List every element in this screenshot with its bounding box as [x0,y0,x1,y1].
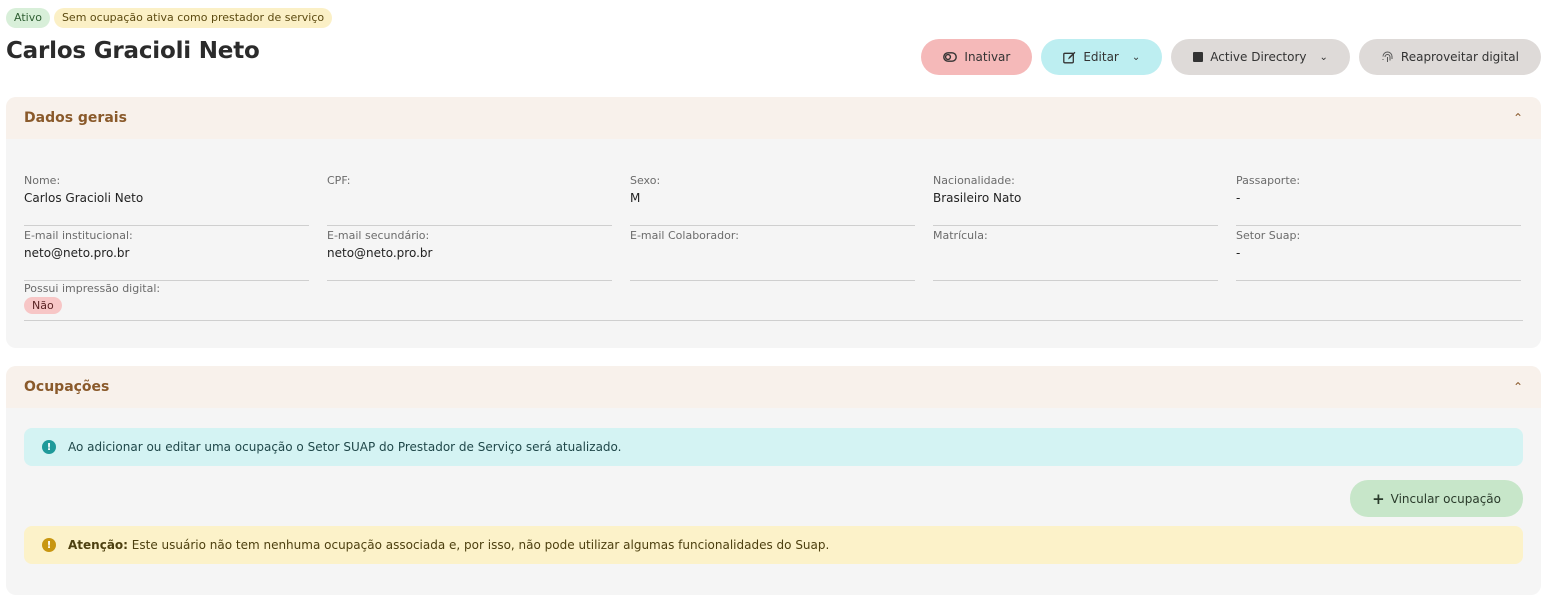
field-label: Sexo: [630,174,661,187]
fingerprint-status-badge: Não [24,297,62,314]
active-directory-label: Active Directory [1210,50,1307,64]
general-data-panel: Dados gerais ⌃ Nome: Carlos Gracioli Neto… [6,97,1541,348]
field-registration: Matrícula: [933,226,1218,281]
field-value: - [1236,191,1241,205]
field-cpf: CPF: [327,171,612,226]
edit-icon [1063,51,1076,64]
field-passport: Passaporte: - [1236,171,1521,226]
field-sex: Sexo: M [630,171,915,226]
info-alert-text: Ao adicionar ou editar uma ocupação o Se… [68,440,622,454]
field-name: Nome: Carlos Gracioli Neto [24,171,309,226]
field-label: CPF: [327,174,351,187]
field-secondary-email: E-mail secundário: neto@neto.pro.br [327,226,612,281]
active-directory-button[interactable]: Active Directory ⌄ [1171,39,1350,75]
warning-alert-text: Atenção: Este usuário não tem nenhuma oc… [68,538,829,552]
field-value: neto@neto.pro.br [24,246,130,260]
deactivate-label: Inativar [964,50,1011,64]
field-value: Carlos Gracioli Neto [24,191,144,205]
page-title: Carlos Gracioli Neto [6,38,260,64]
field-label: E-mail Colaborador: [630,229,739,242]
warning-circle-icon: ! [42,538,56,552]
chevron-up-icon[interactable]: ⌃ [1513,111,1523,125]
field-label: E-mail institucional: [24,229,133,242]
general-data-header[interactable]: Dados gerais ⌃ [6,97,1541,139]
warning-alert: ! Atenção: Este usuário não tem nenhuma … [24,526,1523,564]
field-fingerprint: Possui impressão digital: Não [24,281,1523,321]
field-value: M [630,191,641,205]
deactivate-button[interactable]: Inativar [921,39,1033,75]
status-badges: Ativo Sem ocupação ativa como prestador … [6,8,333,28]
field-label: Nacionalidade: [933,174,1015,187]
general-data-title: Dados gerais [24,110,127,126]
field-label: Nome: [24,174,61,187]
link-occupation-label: Vincular ocupação [1390,491,1501,506]
reuse-fingerprint-button[interactable]: Reaproveitar digital [1358,39,1541,75]
field-collaborator-email: E-mail Colaborador: [630,226,915,281]
field-label: E-mail secundário: [327,229,430,242]
toggle-icon [943,52,958,62]
occupations-header[interactable]: Ocupações ⌃ [6,366,1541,408]
info-circle-icon: ! [42,440,56,454]
field-value: neto@neto.pro.br [327,246,433,260]
warning-alert-strong: Atenção: [68,538,128,552]
square-icon [1193,52,1204,62]
field-value: Brasileiro Nato [933,191,1022,205]
occupation-status-badge: Sem ocupação ativa como prestador de ser… [53,8,333,28]
edit-button[interactable]: Editar ⌄ [1041,39,1163,75]
field-label: Passaporte: [1236,174,1301,187]
active-status-badge: Ativo [6,8,50,28]
fingerprint-icon [1381,51,1394,64]
occupations-title: Ocupações [24,379,110,395]
chevron-up-icon[interactable]: ⌃ [1513,380,1523,394]
reuse-fingerprint-label: Reaproveitar digital [1400,50,1519,64]
field-nationality: Nacionalidade: Brasileiro Nato [933,171,1218,226]
field-label: Possui impressão digital: [24,282,161,295]
info-alert: ! Ao adicionar ou editar uma ocupação o … [24,428,1523,466]
occupations-panel: Ocupações ⌃ ! Ao adicionar ou editar uma… [6,366,1541,595]
chevron-down-icon: ⌄ [1319,51,1328,63]
action-toolbar: Inativar Editar ⌄ Active Directory ⌄ Rea… [921,39,1541,75]
warning-alert-body: Este usuário não tem nenhuma ocupação as… [127,538,830,552]
field-value: - [1236,246,1241,260]
edit-label: Editar [1083,50,1119,64]
plus-icon: + [1372,489,1385,508]
field-label: Matrícula: [933,229,988,242]
link-occupation-button[interactable]: + Vincular ocupação [1350,480,1523,517]
field-institutional-email: E-mail institucional: neto@neto.pro.br [24,226,309,281]
field-label: Setor Suap: [1236,229,1301,242]
field-suap-sector: Setor Suap: - [1236,226,1521,281]
chevron-down-icon: ⌄ [1131,51,1141,63]
general-data-grid: Nome: Carlos Gracioli Neto CPF: Sexo: M Na… [24,171,1521,281]
